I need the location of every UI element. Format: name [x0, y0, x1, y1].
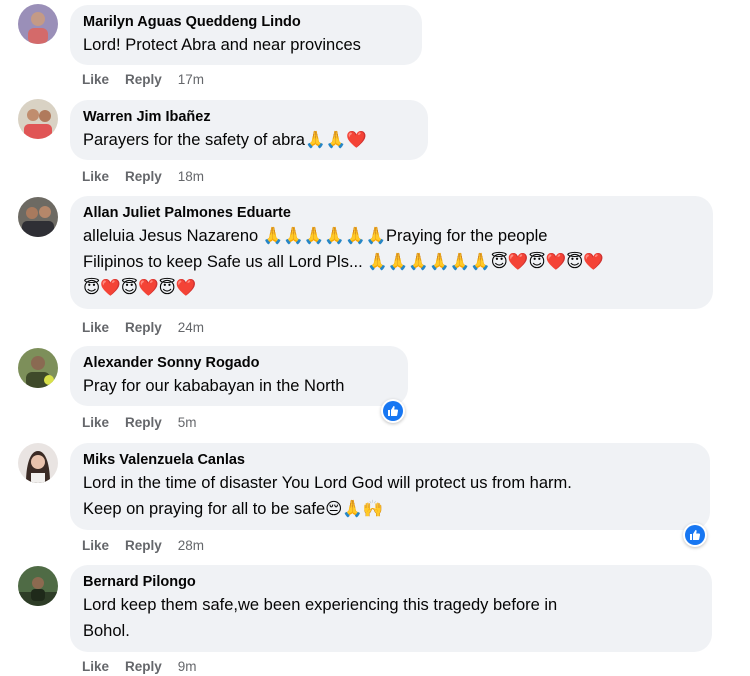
comment-timestamp[interactable]: 17m — [178, 71, 204, 89]
comment-actions: Like Reply 9m — [82, 658, 197, 676]
comment-text: Parayers for the safety of abra🙏🙏❤️ — [83, 127, 416, 153]
like-button[interactable]: Like — [82, 168, 109, 186]
avatar[interactable] — [18, 197, 58, 237]
reply-button[interactable]: Reply — [125, 71, 162, 89]
like-reaction — [383, 401, 403, 421]
comment-text-line: Pray for our kababayan in the North — [83, 377, 345, 395]
reaction-badge[interactable] — [381, 399, 405, 423]
comment-text-line: Lord in the time of disaster You Lord Go… — [83, 474, 572, 492]
comment-timestamp[interactable]: 18m — [178, 168, 204, 186]
comment-bubble: Allan Juliet Palmones Eduarte alleluia J… — [70, 196, 713, 309]
comment-text: Lord! Protect Abra and near provinces — [83, 32, 410, 58]
avatar[interactable] — [18, 443, 58, 483]
comment-actions: Like Reply 28m — [82, 537, 204, 555]
comment-text: alleluia Jesus Nazareno 🙏🙏🙏🙏🙏🙏Praying fo… — [83, 223, 701, 301]
comment-text-line: Lord keep them safe,we been experiencing… — [83, 596, 558, 614]
comment-author[interactable]: Marilyn Aguas Queddeng Lindo — [83, 13, 410, 32]
reply-button[interactable]: Reply — [125, 537, 162, 555]
like-button[interactable]: Like — [82, 414, 109, 432]
reply-button[interactable]: Reply — [125, 658, 162, 676]
comment-bubble: Warren Jim Ibañez Parayers for the safet… — [70, 100, 428, 160]
comment-text-line: Parayers for the safety of abra🙏🙏❤️ — [83, 131, 367, 149]
like-icon — [388, 406, 399, 416]
comment-bubble: Miks Valenzuela Canlas Lord in the time … — [70, 443, 710, 530]
comment-timestamp[interactable]: 5m — [178, 414, 197, 432]
reaction-badge[interactable] — [683, 523, 707, 547]
comment-author[interactable]: Bernard Pilongo — [83, 573, 700, 592]
reply-button[interactable]: Reply — [125, 168, 162, 186]
comment-actions: Like Reply 18m — [82, 168, 204, 186]
comment-text-line: Lord! Protect Abra and near provinces — [83, 36, 361, 54]
comment-text: Lord in the time of disaster You Lord Go… — [83, 470, 698, 522]
like-button[interactable]: Like — [82, 658, 109, 676]
comment-author[interactable]: Warren Jim Ibañez — [83, 108, 416, 127]
comment-author[interactable]: Miks Valenzuela Canlas — [83, 451, 698, 470]
comment-bubble: Alexander Sonny Rogado Pray for our kaba… — [70, 346, 408, 406]
comment-timestamp[interactable]: 9m — [178, 658, 197, 676]
comment-actions: Like Reply 24m — [82, 319, 204, 337]
comment-text-line: Bohol. — [83, 622, 130, 640]
comment-timestamp[interactable]: 24m — [178, 319, 204, 337]
comment-timestamp[interactable]: 28m — [178, 537, 204, 555]
comment-actions: Like Reply 5m — [82, 414, 197, 432]
avatar[interactable] — [18, 566, 58, 606]
comment-actions: Like Reply 17m — [82, 71, 204, 89]
comment-author[interactable]: Allan Juliet Palmones Eduarte — [83, 204, 701, 223]
comment-text-line: Filipinos to keep Safe us all Lord Pls..… — [83, 253, 604, 271]
comment-text-line: alleluia Jesus Nazareno 🙏🙏🙏🙏🙏🙏Praying fo… — [83, 227, 548, 245]
comment-text-line: Keep on praying for all to be safe😔🙏🙌 — [83, 500, 384, 518]
reply-button[interactable]: Reply — [125, 319, 162, 337]
avatar[interactable] — [18, 99, 58, 139]
like-button[interactable]: Like — [82, 537, 109, 555]
like-button[interactable]: Like — [82, 71, 109, 89]
comment-text-line: 😇❤️😇❤️😇❤️ — [83, 279, 197, 297]
like-icon — [690, 530, 701, 540]
comment-text: Pray for our kababayan in the North — [83, 373, 396, 399]
comment-text: Lord keep them safe,we been experiencing… — [83, 592, 700, 644]
comment-bubble: Marilyn Aguas Queddeng Lindo Lord! Prote… — [70, 5, 422, 65]
avatar[interactable] — [18, 348, 58, 388]
avatar[interactable] — [18, 4, 58, 44]
like-button[interactable]: Like — [82, 319, 109, 337]
comment-author[interactable]: Alexander Sonny Rogado — [83, 354, 396, 373]
comment-bubble: Bernard Pilongo Lord keep them safe,we b… — [70, 565, 712, 652]
like-reaction — [685, 525, 705, 545]
reply-button[interactable]: Reply — [125, 414, 162, 432]
